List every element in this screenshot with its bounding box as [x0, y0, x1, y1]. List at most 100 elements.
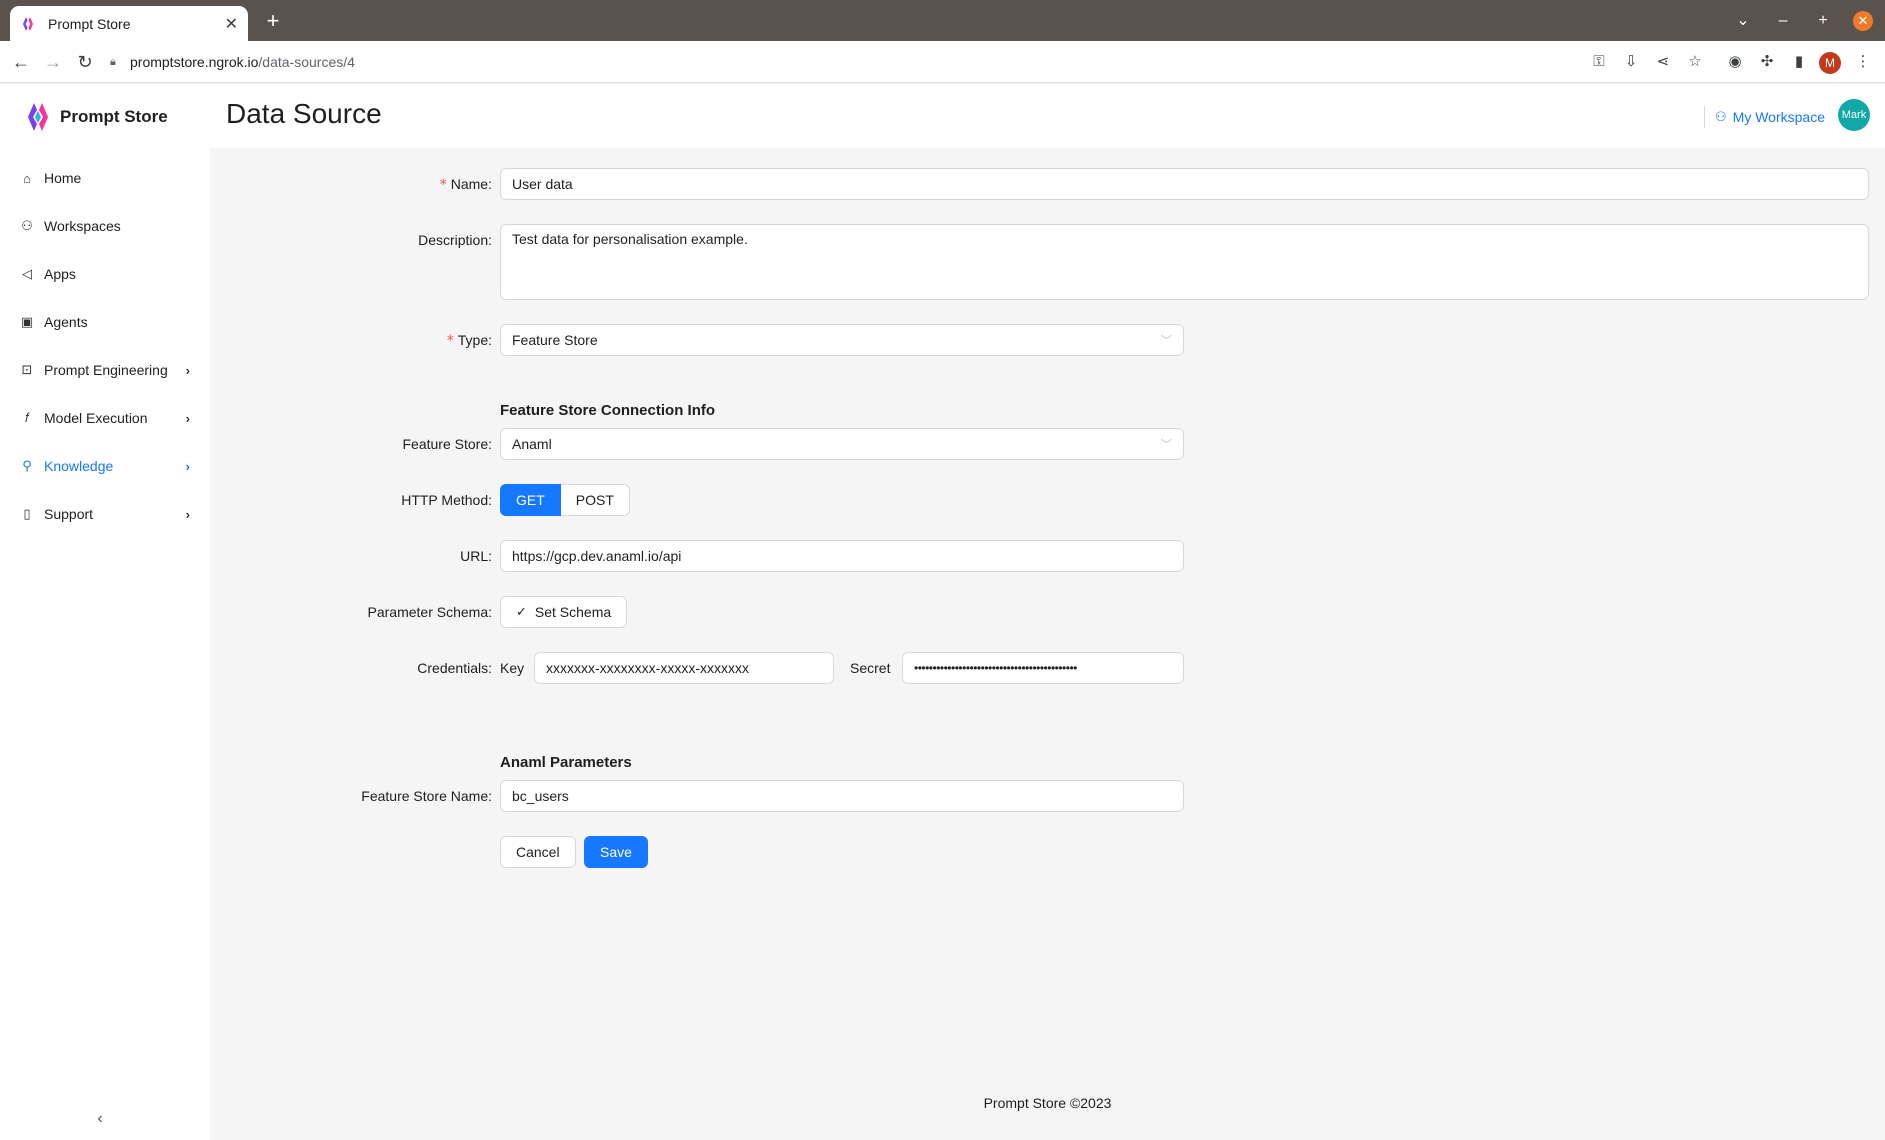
sidebar-item-support[interactable]: ▯ Support › — [0, 490, 210, 538]
main-content: * Name: User data Description: Test data … — [210, 148, 1885, 1140]
sidebar-item-label: Agents — [44, 314, 88, 330]
credentials-key-input[interactable]: xxxxxxx-xxxxxxxx-xxxxx-xxxxxxx — [534, 652, 834, 684]
minimize-window-icon[interactable]: – — [1770, 8, 1796, 34]
extension-icon[interactable]: ◉ — [1724, 51, 1746, 73]
reload-icon[interactable]: ↻ — [72, 49, 98, 75]
http-method-label: HTTP Method: — [401, 492, 492, 508]
prompt-store-favicon-icon — [23, 16, 33, 31]
sidebar-item-label: Home — [44, 170, 82, 186]
page-title: Data Source — [226, 98, 382, 129]
browser-tab-strip: Prompt Store ✕ + ⌄ – + ✕ — [0, 0, 1885, 41]
sidebar-item-apps[interactable]: ◁ Apps — [0, 250, 210, 298]
maximize-window-icon[interactable]: + — [1810, 8, 1836, 34]
sidebar-item-model-execution[interactable]: 𝑓 Model Execution › — [0, 394, 210, 442]
side-panel-icon[interactable]: ▮ — [1788, 51, 1810, 73]
browser-toolbar: ← → ↻ 🔒︎ promptstore.ngrok.io /data-sour… — [0, 41, 1885, 83]
sidebar-item-agents[interactable]: ▣ Agents — [0, 298, 210, 346]
cancel-button[interactable]: Cancel — [500, 836, 576, 868]
browser-tab-title: Prompt Store — [48, 15, 131, 32]
back-icon[interactable]: ← — [8, 49, 34, 75]
my-workspace-link[interactable]: ⚇ My Workspace — [1704, 106, 1825, 128]
terminal-icon: ⊡ — [21, 362, 33, 377]
url-host: promptstore.ngrok.io — [130, 54, 259, 70]
book-icon: ▯ — [23, 506, 31, 521]
chevron-down-icon: ﹀ — [1161, 439, 1172, 451]
users-icon: ⚇ — [21, 218, 33, 233]
megaphone-icon: ◁ — [22, 266, 32, 281]
secret-label: Secret — [850, 660, 891, 676]
name-input[interactable]: User data — [500, 168, 1869, 200]
chevron-right-icon: › — [185, 506, 190, 522]
prompt-store-logo-icon — [28, 103, 48, 131]
lock-icon: 🔒︎ — [110, 55, 116, 68]
close-tab-icon[interactable]: ✕ — [225, 14, 238, 34]
connection-section-title: Feature Store Connection Info — [500, 402, 716, 419]
type-select[interactable]: Feature Store ﹀ — [500, 324, 1184, 356]
bookmark-star-icon[interactable]: ☆ — [1684, 51, 1706, 73]
forward-icon[interactable]: → — [40, 49, 66, 75]
key-label: Key — [500, 660, 525, 676]
chevron-right-icon: › — [185, 362, 190, 378]
name-label: * Name: — [439, 176, 492, 193]
install-app-icon[interactable]: ⇩ — [1620, 51, 1642, 73]
sidebar-item-knowledge[interactable]: ⚲ Knowledge › — [0, 442, 210, 490]
key-icon[interactable]: ⚿ — [1588, 51, 1610, 73]
sidebar-item-label: Knowledge — [44, 458, 114, 474]
type-select-value: Feature Store — [512, 332, 598, 348]
sidebar-item-workspaces[interactable]: ⚇ Workspaces — [0, 202, 210, 250]
sidebar-menu: ⌂ Home ⚇ Workspaces ◁ Apps ▣ Agents ⊡ Prompt Engi… — [0, 154, 210, 538]
set-schema-button[interactable]: ✓ Set Schema — [500, 596, 628, 628]
set-schema-label: Set Schema — [534, 604, 612, 620]
brand-logo[interactable]: Prompt Store — [26, 100, 168, 134]
anaml-parameters-section-title: Anaml Parameters — [500, 754, 632, 771]
close-window-icon[interactable]: ✕ — [1853, 11, 1873, 31]
http-method-post-option[interactable]: POST — [560, 484, 630, 516]
sidebar-item-label: Workspaces — [44, 218, 121, 234]
feature-store-name-label: Feature Store Name: — [361, 788, 492, 804]
sidebar-item-label: Model Execution — [44, 410, 148, 426]
share-icon[interactable]: ⋖ — [1652, 51, 1674, 73]
save-button[interactable]: Save — [584, 836, 648, 868]
browser-tab[interactable]: Prompt Store ✕ — [10, 6, 248, 41]
puzzle-extensions-icon[interactable]: ✣ — [1756, 51, 1778, 73]
parameter-schema-label: Parameter Schema: — [367, 604, 493, 620]
page-header: Data Source ⚇ My Workspace Mark — [210, 84, 1885, 148]
sidebar-item-label: Apps — [44, 266, 76, 282]
workspace-icon: ⚇ — [1715, 109, 1727, 124]
chevron-down-icon: ﹀ — [1161, 335, 1172, 347]
brand-name: Prompt Store — [60, 107, 168, 126]
address-bar[interactable]: 🔒︎ promptstore.ngrok.io /data-sources/4 — [110, 46, 1710, 78]
chevron-right-icon: › — [185, 458, 190, 474]
url-input[interactable]: https://gcp.dev.anaml.io/api — [500, 540, 1184, 572]
http-method-radio-group: GET POST — [500, 484, 630, 516]
credentials-label: Credentials: — [417, 660, 492, 676]
tab-search-icon[interactable]: ⌄ — [1730, 8, 1756, 34]
user-avatar[interactable]: Mark — [1838, 99, 1870, 131]
footer-text: Prompt Store ©2023 — [983, 1095, 1112, 1111]
robot-icon: ▣ — [20, 314, 34, 329]
url-path: /data-sources/4 — [258, 54, 355, 70]
description-textarea[interactable]: Test data for personalisation example. — [500, 224, 1869, 300]
feature-store-label: Feature Store: — [402, 436, 493, 452]
profile-avatar[interactable]: M — [1819, 52, 1841, 74]
feature-store-select-value: Anaml — [512, 436, 552, 452]
description-label: Description: — [418, 232, 492, 248]
http-method-get-option[interactable]: GET — [500, 484, 561, 516]
collapse-sidebar-icon[interactable]: ‹ — [90, 1110, 110, 1130]
chevron-right-icon: › — [185, 410, 190, 426]
feature-store-select[interactable]: Anaml ﹀ — [500, 428, 1184, 460]
feature-store-name-input[interactable]: bc_users — [500, 780, 1184, 812]
new-tab-button[interactable]: + — [260, 8, 286, 34]
type-label: * Type: — [446, 332, 492, 349]
check-icon: ✓ — [516, 604, 527, 619]
browser-menu-icon[interactable]: ⋮ — [1852, 51, 1874, 73]
sidebar-item-prompt-engineering[interactable]: ⊡ Prompt Engineering › — [0, 346, 210, 394]
sidebar-item-label: Prompt Engineering — [44, 362, 168, 378]
url-label: URL: — [460, 548, 492, 564]
credentials-secret-input[interactable]: ••••••••••••••••••••••••••••••••••••••••… — [902, 652, 1184, 684]
sidebar: Prompt Store ⌂ Home ⚇ Workspaces ◁ Apps ▣ Agent… — [0, 84, 210, 1140]
home-icon: ⌂ — [23, 170, 31, 186]
function-icon: 𝑓 — [24, 410, 30, 425]
sidebar-item-home[interactable]: ⌂ Home — [0, 154, 210, 202]
my-workspace-label: My Workspace — [1732, 109, 1825, 125]
